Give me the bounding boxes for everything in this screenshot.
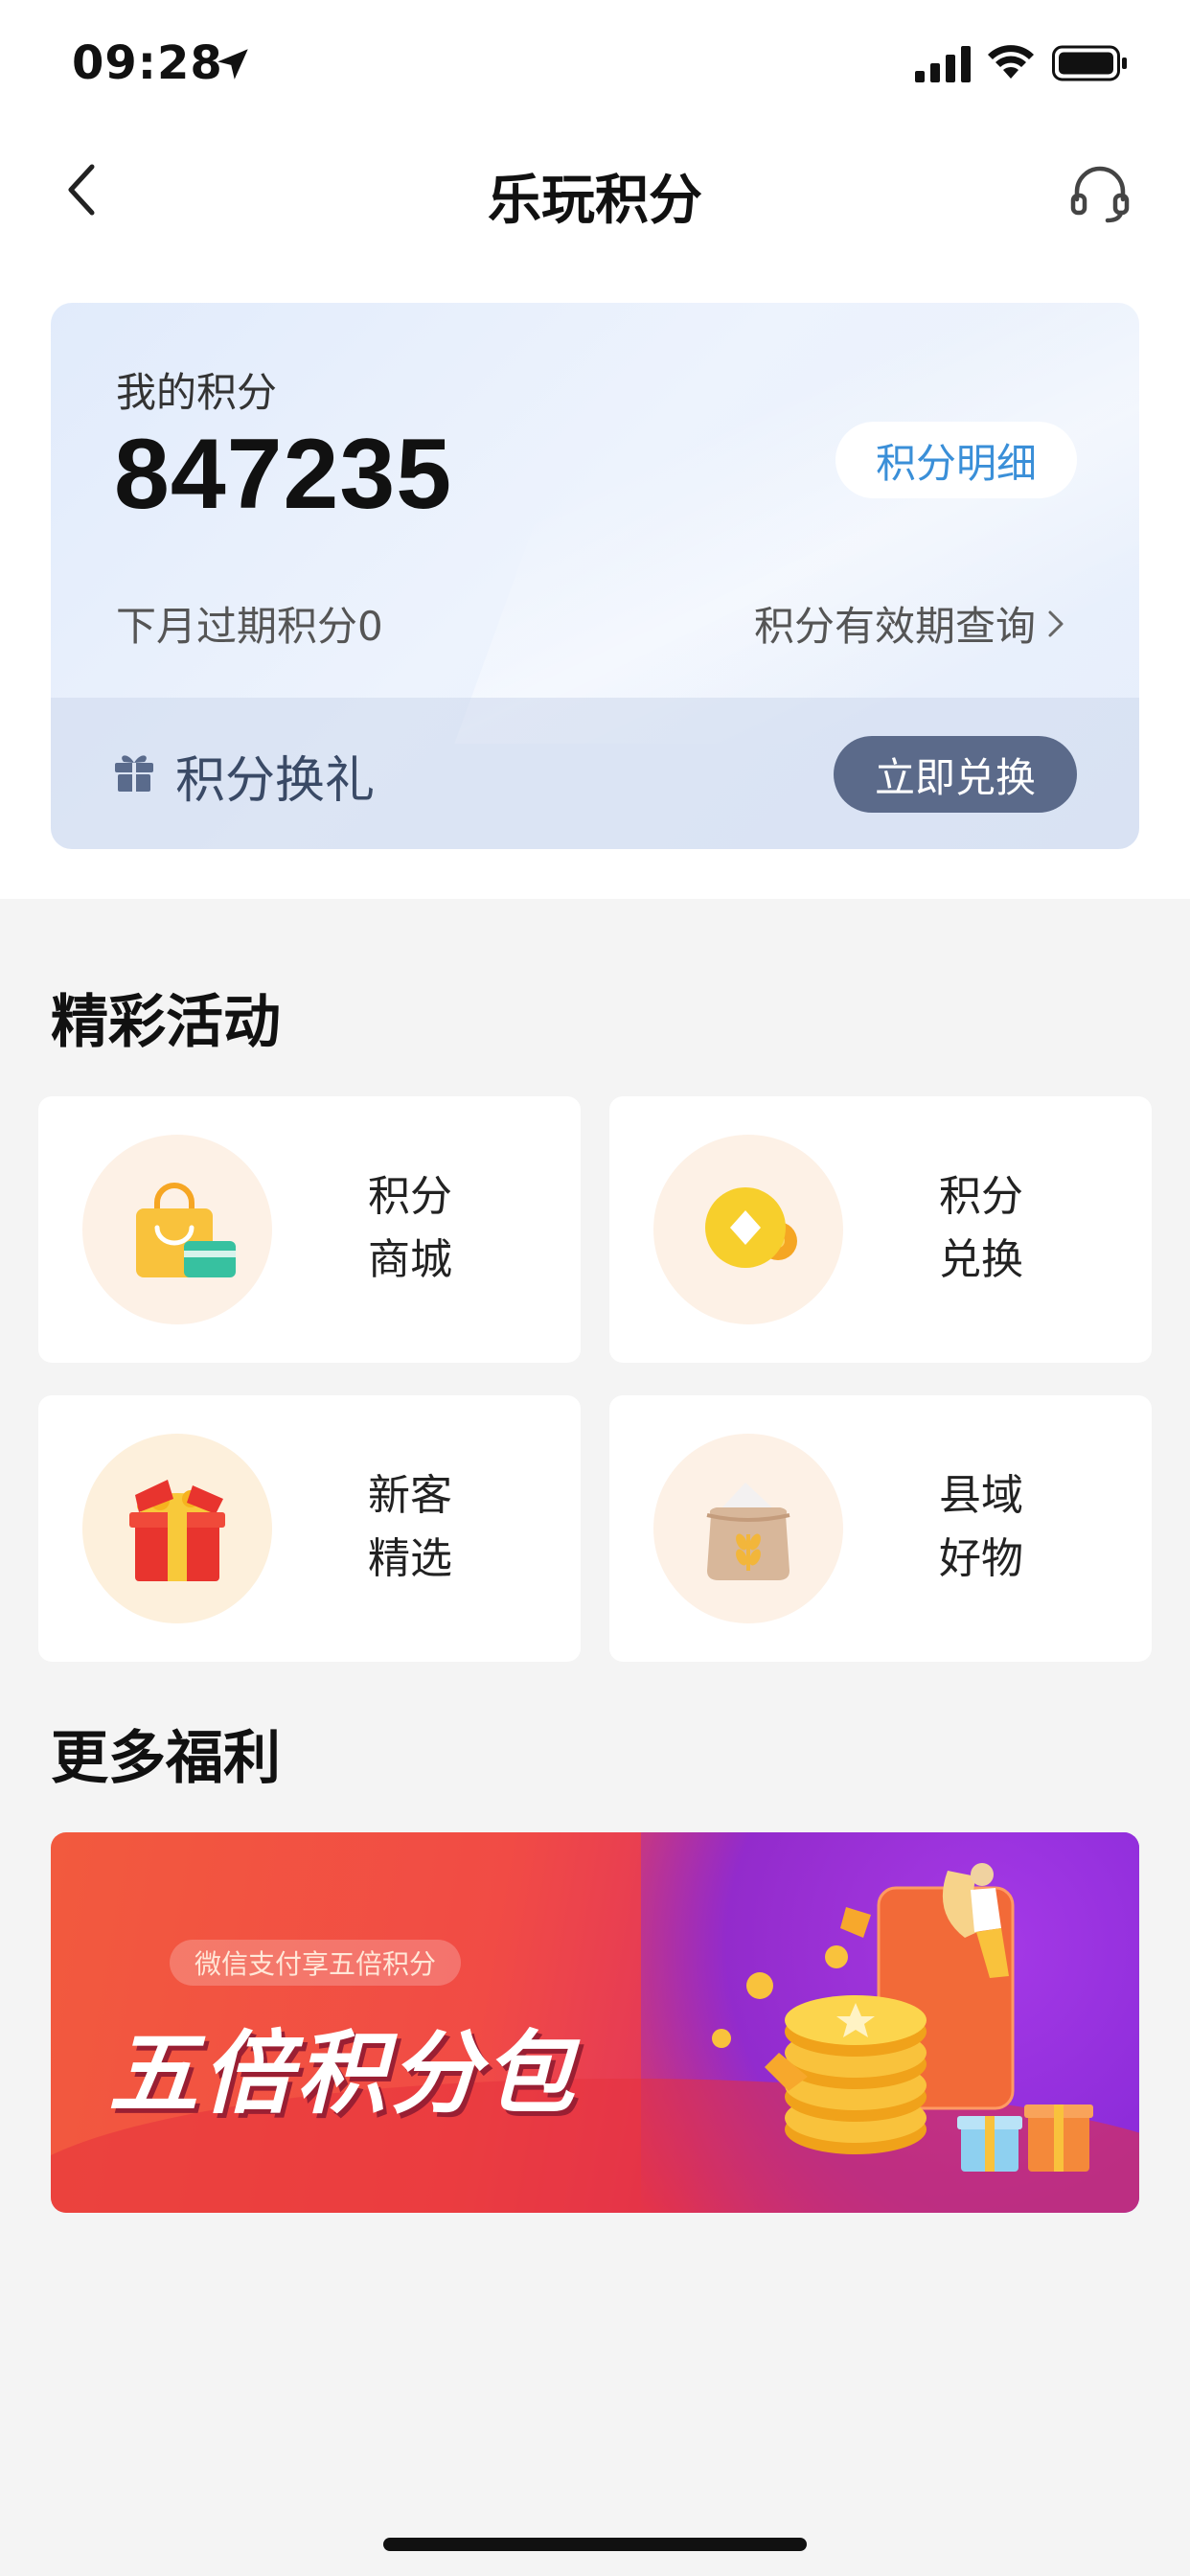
- points-exchange-label: 积分换礼: [175, 752, 376, 810]
- coins-illustration-icon: [712, 1863, 1093, 2172]
- county-goods-icon-bg: [653, 1434, 843, 1623]
- activity-label: 新客 精选: [368, 1464, 512, 1591]
- more-benefits-section-title: 更多福利: [51, 1725, 281, 1792]
- points-balance: 847235: [114, 419, 453, 530]
- points-validity-link[interactable]: 积分有效期查询: [754, 594, 1066, 653]
- grain-sack-icon: [706, 1483, 790, 1580]
- cellular-signal-icon: [915, 46, 971, 82]
- activity-label-line2: 好物: [939, 1534, 1023, 1583]
- activities-section-title: 精彩活动: [51, 989, 281, 1056]
- card-decoration: [454, 303, 1139, 744]
- coin-icon: [705, 1187, 797, 1268]
- status-time: 09:28: [72, 36, 223, 90]
- activity-county-goods[interactable]: 县域 好物: [609, 1395, 1152, 1662]
- activity-label: 县域 好物: [939, 1464, 1083, 1591]
- points-summary: 我的积分 847235 积分明细 下月过期积分0 积分有效期查询: [51, 303, 1139, 744]
- expiring-points-text: 下月过期积分0: [116, 603, 383, 650]
- activity-points-mall[interactable]: 积分 商城: [38, 1096, 581, 1363]
- redeem-now-button[interactable]: 立即兑换: [834, 736, 1077, 813]
- battery-icon: [1052, 45, 1127, 81]
- five-times-points-banner[interactable]: 微信支付享五倍积分 五倍积分包: [51, 1832, 1139, 2213]
- navigation-bar: 乐玩积分: [0, 128, 1190, 253]
- status-bar: 09:28: [0, 0, 1190, 128]
- activity-label-line2: 兑换: [939, 1235, 1023, 1284]
- points-mall-icon-bg: [82, 1135, 272, 1324]
- points-validity-label: 积分有效期查询: [753, 603, 1036, 650]
- location-arrow-icon: [217, 49, 248, 80]
- activity-label: 积分 兑换: [939, 1165, 1083, 1292]
- points-detail-button[interactable]: 积分明细: [835, 422, 1077, 498]
- wifi-icon: [988, 45, 1034, 79]
- activity-points-exchange[interactable]: 积分 兑换: [609, 1096, 1152, 1363]
- activity-label-line1: 积分: [939, 1172, 1023, 1221]
- customer-service-headset-icon[interactable]: [1069, 163, 1131, 224]
- activity-label-line1: 积分: [368, 1172, 452, 1221]
- points-card: 我的积分 847235 积分明细 下月过期积分0 积分有效期查询 积分换礼 立即…: [51, 303, 1139, 849]
- home-indicator[interactable]: [383, 2538, 807, 2551]
- gift-icon: [115, 755, 153, 792]
- shopping-bag-icon: [136, 1183, 236, 1277]
- activity-label-line2: 精选: [368, 1534, 452, 1583]
- activity-label-line1: 县域: [939, 1471, 1023, 1520]
- my-points-label: 我的积分: [116, 369, 278, 416]
- page-title: 乐玩积分: [488, 170, 702, 232]
- points-exchange-bar: 积分换礼 立即兑换: [51, 698, 1139, 849]
- chevron-right-icon: [1048, 610, 1064, 636]
- activity-new-customer-picks[interactable]: 新客 精选: [38, 1395, 581, 1662]
- activity-label: 积分 商城: [368, 1165, 512, 1292]
- banner-title: 五倍积分包: [108, 2022, 579, 2127]
- activity-label-line1: 新客: [368, 1471, 452, 1520]
- new-customer-icon-bg: [82, 1434, 272, 1623]
- banner-tag: 微信支付享五倍积分: [170, 1940, 462, 1986]
- points-exchange-icon-bg: [653, 1135, 843, 1324]
- activity-label-line2: 商城: [368, 1235, 452, 1284]
- gift-box-icon: [129, 1480, 225, 1581]
